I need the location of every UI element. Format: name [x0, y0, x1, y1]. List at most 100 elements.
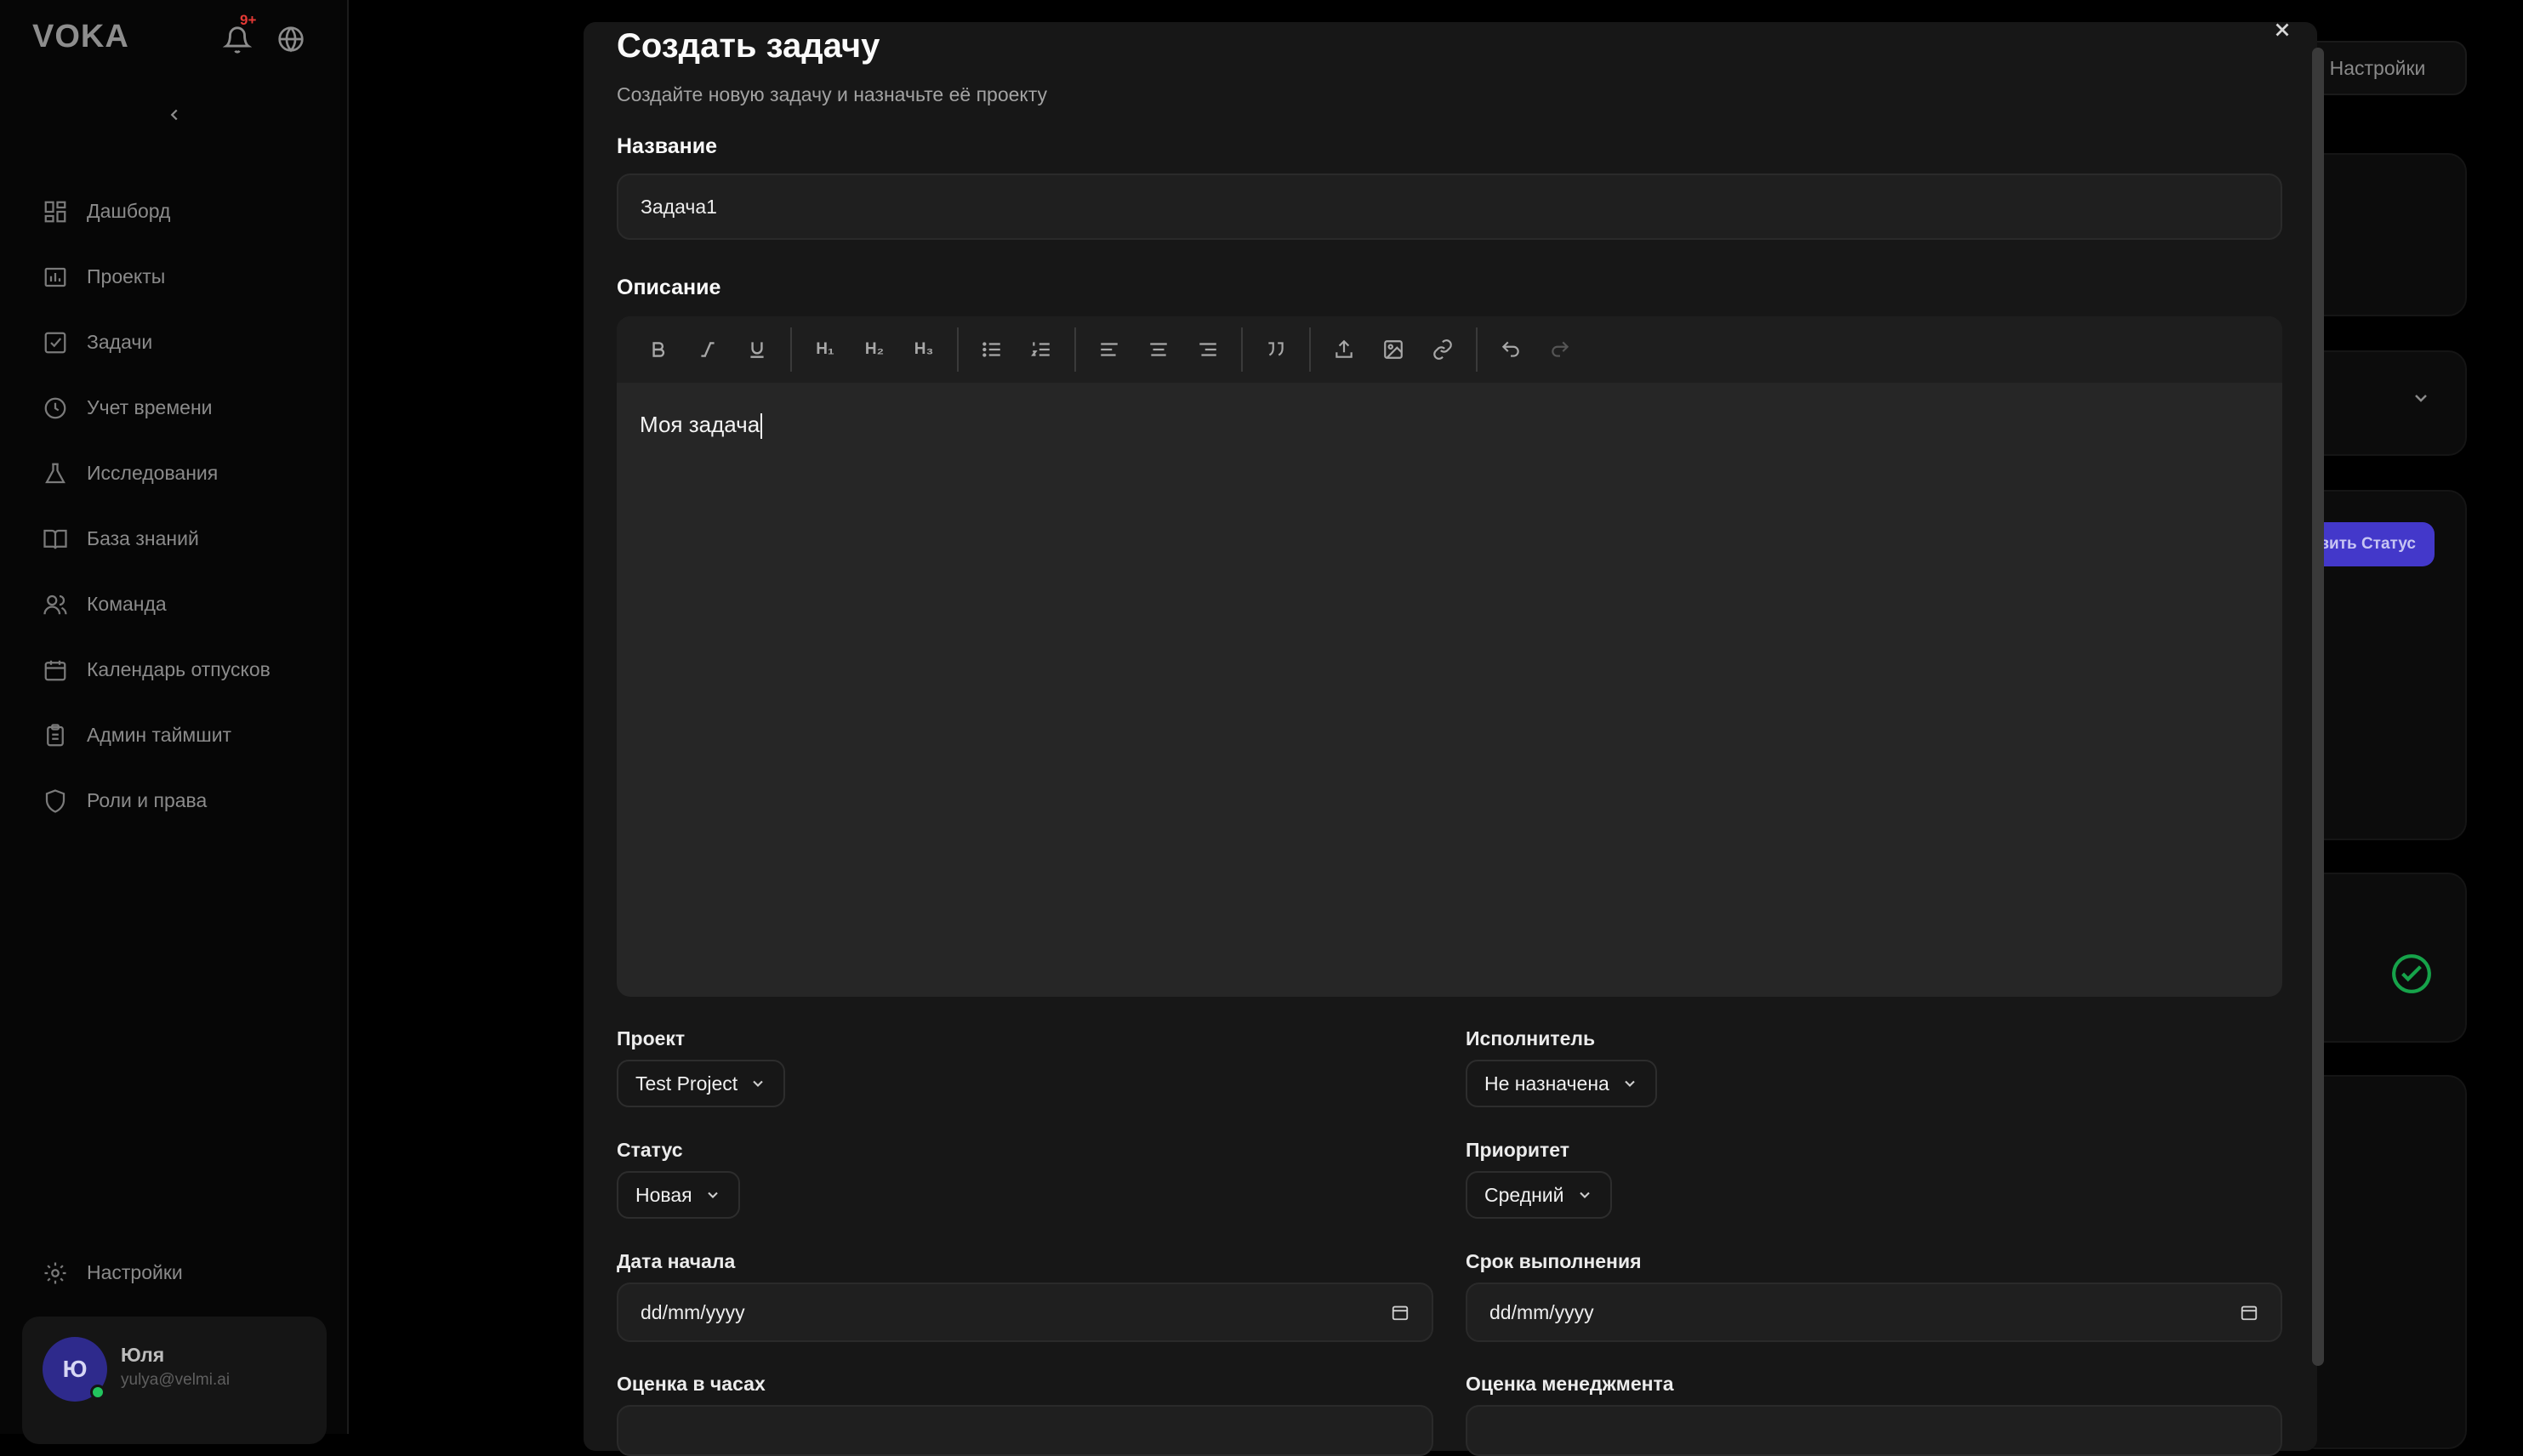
- link-icon: [1433, 339, 1452, 360]
- sidebar-item-time[interactable]: Учет времени: [43, 375, 323, 441]
- toolbar-separator: [957, 327, 959, 372]
- notification-badge: 9+: [240, 12, 257, 28]
- ordered-list-icon: [1031, 342, 1050, 356]
- chevron-left-icon[interactable]: [165, 105, 184, 124]
- bell-icon[interactable]: [223, 26, 252, 54]
- toolbar-separator: [1309, 327, 1311, 372]
- chevron-down-icon: [2415, 395, 2427, 402]
- name-input[interactable]: Задача1: [617, 173, 2282, 240]
- image-button[interactable]: [1369, 325, 1418, 374]
- quote-button[interactable]: [1251, 325, 1301, 374]
- description-text[interactable]: Моя задача: [640, 412, 763, 440]
- estimate-hours-label: Оценка в часах: [617, 1373, 766, 1395]
- sidebar-item-knowledge[interactable]: База знаний: [43, 506, 323, 572]
- bold-icon: [652, 342, 665, 357]
- due-date-label: Срок выполнения: [1466, 1250, 1642, 1272]
- align-center-button[interactable]: [1134, 325, 1183, 374]
- estimate-hours-input[interactable]: [617, 1405, 1433, 1456]
- chevron-down-icon: [1579, 1192, 1590, 1198]
- start-date-placeholder: dd/mm/yyyy: [641, 1300, 745, 1323]
- align-center-icon: [1150, 343, 1167, 356]
- sidebar-item-dashboard[interactable]: Дашборд: [43, 179, 323, 244]
- align-right-button[interactable]: [1183, 325, 1233, 374]
- close-icon[interactable]: [2271, 19, 2293, 41]
- globe-icon[interactable]: [277, 26, 305, 53]
- sidebar-item-tasks[interactable]: Задачи: [43, 310, 323, 375]
- priority-label: Приоритет: [1466, 1139, 1569, 1161]
- priority-select[interactable]: Средний: [1466, 1171, 1612, 1219]
- undo-button[interactable]: [1486, 325, 1535, 374]
- book-icon: [43, 529, 67, 549]
- clipboard-icon: [47, 723, 64, 746]
- status-select[interactable]: Новая: [617, 1171, 740, 1219]
- sidebar-item-label: Календарь отпусков: [87, 658, 271, 680]
- modal-subtitle: Создайте новую задачу и назначьте её про…: [617, 83, 1048, 105]
- management-estimate-label: Оценка менеджмента: [1466, 1373, 1674, 1395]
- start-date-input[interactable]: dd/mm/yyyy: [617, 1283, 1433, 1342]
- sidebar-item-roles[interactable]: Роли и права: [43, 768, 323, 833]
- underline-icon: [750, 342, 764, 358]
- sidebar-item-label: Проекты: [87, 265, 166, 287]
- sidebar-item-settings[interactable]: Настройки: [43, 1240, 183, 1305]
- bold-button[interactable]: [634, 325, 683, 374]
- align-left-button[interactable]: [1085, 325, 1134, 374]
- quote-icon: [1268, 342, 1284, 356]
- user-name: Юля: [121, 1344, 165, 1366]
- sidebar-item-team[interactable]: Команда: [43, 572, 323, 637]
- image-icon: [1384, 340, 1403, 359]
- redo-button[interactable]: [1535, 325, 1585, 374]
- sidebar-item-research[interactable]: Исследования: [43, 441, 323, 506]
- underline-button[interactable]: [732, 325, 782, 374]
- chevron-down-icon: [1625, 1080, 1635, 1087]
- heading-1-button[interactable]: H₁: [800, 325, 850, 374]
- assignee-select-value: Не назначена: [1484, 1072, 1609, 1095]
- project-select[interactable]: Test Project: [617, 1060, 786, 1107]
- description-editor[interactable]: H₁ H₂ H₃ Моя задача: [617, 316, 2282, 997]
- sidebar-item-label: Админ таймшит: [87, 724, 232, 746]
- bullet-list-button[interactable]: [967, 325, 1017, 374]
- sidebar-item-label: Задачи: [87, 331, 153, 353]
- status-label: Статус: [617, 1139, 683, 1161]
- sidebar-nav: Дашборд Проекты Задачи Учет времени Иссл…: [43, 179, 323, 833]
- sidebar-item-projects[interactable]: Проекты: [43, 244, 323, 310]
- priority-select-value: Средний: [1484, 1183, 1564, 1206]
- heading-2-button[interactable]: H₂: [850, 325, 899, 374]
- due-date-placeholder: dd/mm/yyyy: [1489, 1300, 1594, 1323]
- due-date-input[interactable]: dd/mm/yyyy: [1466, 1283, 2282, 1342]
- calendar-icon[interactable]: [1391, 1303, 1410, 1322]
- name-label: Название: [617, 134, 718, 158]
- online-status-dot: [90, 1385, 105, 1400]
- sidebar-item-label: Команда: [87, 593, 167, 615]
- user-card[interactable]: Ю Юля yulya@velmi.ai: [22, 1317, 327, 1444]
- app-logo: VOKA: [32, 19, 129, 54]
- project-select-value: Test Project: [635, 1072, 738, 1095]
- sidebar-item-admin-timesheet[interactable]: Админ таймшит: [43, 702, 323, 768]
- sidebar: VOKA 9+ Дашборд Проекты Задачи Учет врем…: [0, 0, 349, 1444]
- redo-icon: [1552, 341, 1569, 357]
- projects-icon: [44, 267, 66, 287]
- toolbar-separator: [790, 327, 792, 372]
- dashboard-icon: [44, 201, 66, 222]
- modal-scrollbar[interactable]: [2312, 48, 2324, 1366]
- align-right-icon: [1199, 343, 1216, 356]
- sidebar-item-vacations[interactable]: Календарь отпусков: [43, 637, 323, 702]
- italic-button[interactable]: [683, 325, 732, 374]
- bullet-list-icon: [982, 342, 1000, 357]
- shield-icon: [45, 788, 65, 813]
- upload-icon: [1336, 339, 1353, 358]
- tasks-icon: [44, 332, 66, 353]
- link-button[interactable]: [1418, 325, 1467, 374]
- assignee-label: Исполнитель: [1466, 1027, 1596, 1049]
- upload-button[interactable]: [1319, 325, 1369, 374]
- user-email: yulya@velmi.ai: [121, 1371, 231, 1389]
- ordered-list-button[interactable]: [1017, 325, 1066, 374]
- editor-toolbar: H₁ H₂ H₃: [617, 316, 2282, 383]
- align-left-icon: [1101, 343, 1118, 356]
- calendar-icon[interactable]: [2240, 1303, 2258, 1322]
- description-value: Моя задача: [640, 412, 760, 437]
- heading-3-button[interactable]: H₃: [899, 325, 948, 374]
- toolbar-separator: [1241, 327, 1243, 372]
- management-estimate-input[interactable]: [1466, 1405, 2282, 1456]
- assignee-select[interactable]: Не назначена: [1466, 1060, 1657, 1107]
- team-icon: [43, 594, 67, 614]
